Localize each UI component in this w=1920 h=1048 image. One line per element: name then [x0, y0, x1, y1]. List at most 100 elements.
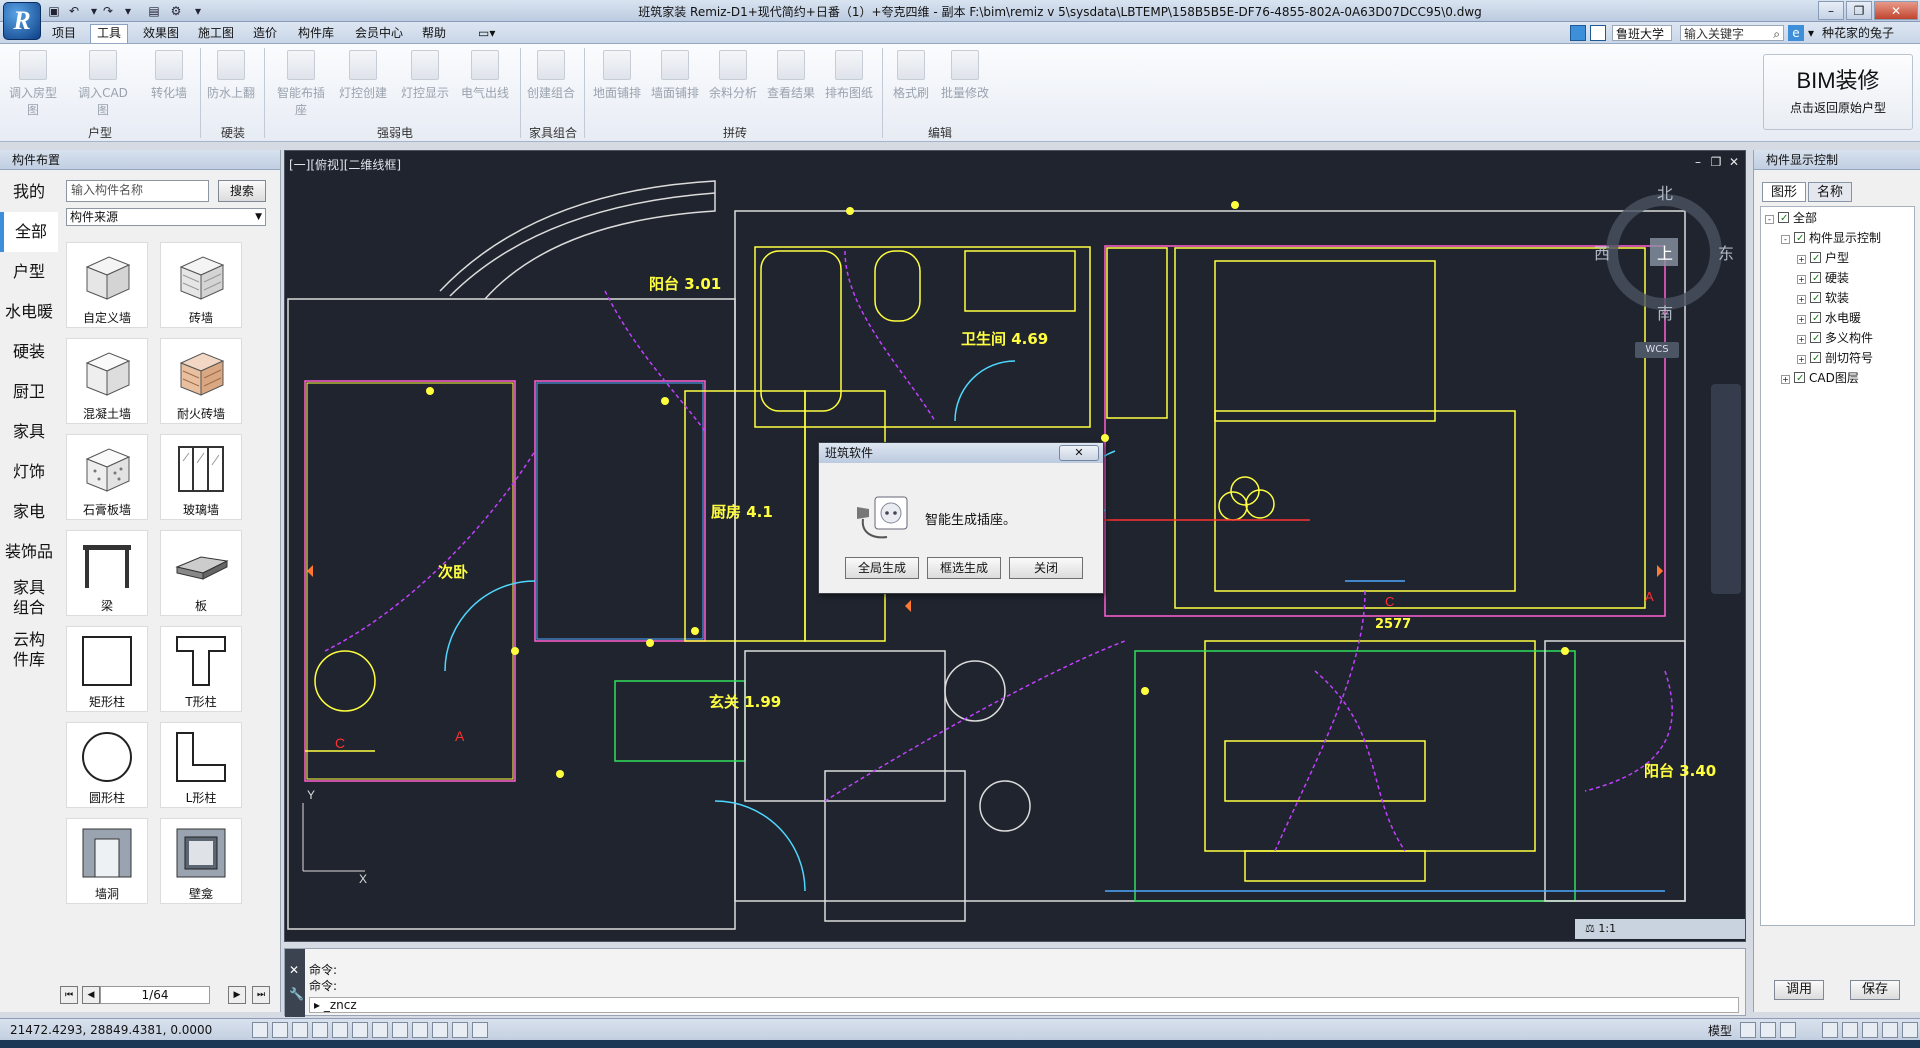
viewport-close-button[interactable]: ✕	[1727, 155, 1741, 169]
component-niche[interactable]: 壁龛	[160, 818, 242, 904]
tree-all[interactable]: -全部	[1765, 209, 1817, 228]
tab-name[interactable]: 名称	[1808, 182, 1852, 202]
component-brick-wall[interactable]: 砖墙	[160, 242, 242, 328]
floor-tiling-button[interactable]: 地面铺排	[588, 50, 646, 108]
model-space-label[interactable]: 模型	[1708, 1022, 1732, 1039]
clean-screen-icon[interactable]	[1902, 1022, 1918, 1038]
compass-south[interactable]: 南	[1657, 300, 1673, 324]
menu-extra-dropdown-icon[interactable]: ▭▾	[478, 25, 495, 41]
save-config-button[interactable]: 保存	[1850, 980, 1900, 1000]
bim-return-button[interactable]: BIM装修 点击返回原始户型	[1763, 54, 1913, 130]
component-l-column[interactable]: L形柱	[160, 722, 242, 808]
dynamic-ucs-icon[interactable]	[392, 1022, 408, 1038]
checkbox[interactable]	[1810, 310, 1821, 328]
dialog-close-button[interactable]: 关闭	[1009, 557, 1083, 579]
selection-cycling-icon[interactable]	[472, 1022, 488, 1038]
menu-member-center[interactable]: 会员中心	[355, 25, 403, 41]
quick-access-dropdown-icon[interactable]: ▾	[190, 3, 206, 19]
hardware-acceleration-icon[interactable]	[1882, 1022, 1898, 1038]
layout-2-icon[interactable]	[1760, 1022, 1776, 1038]
layout-1-icon[interactable]	[1740, 1022, 1756, 1038]
next-page-button[interactable]: ▶	[228, 986, 246, 1004]
expand-icon[interactable]: +	[1797, 295, 1806, 304]
viewport-minimize-button[interactable]: –	[1691, 155, 1705, 169]
isolate-icon[interactable]	[1862, 1022, 1878, 1038]
prev-page-button[interactable]: ◀	[82, 986, 100, 1004]
first-page-button[interactable]: ⏮	[60, 986, 78, 1004]
user-name[interactable]: 种花家的兔子	[1822, 25, 1894, 41]
expand-icon[interactable]: +	[1797, 275, 1806, 284]
collapse-icon[interactable]: -	[1781, 235, 1790, 244]
category-decoration[interactable]: 装饰品	[0, 532, 58, 572]
component-slab[interactable]: 板	[160, 530, 242, 616]
convert-wall-button[interactable]: 转化墙	[140, 50, 198, 108]
user-e-icon[interactable]: e	[1788, 25, 1804, 41]
category-cloud-library[interactable]: 云构件库	[0, 624, 58, 676]
lock-icon[interactable]	[1842, 1022, 1858, 1038]
wall-tiling-button[interactable]: 墙面铺排	[646, 50, 704, 108]
component-t-column[interactable]: T形柱	[160, 626, 242, 712]
tree-polymorphic[interactable]: +多义构件	[1797, 329, 1873, 348]
polar-icon[interactable]	[332, 1022, 348, 1038]
category-appliance[interactable]: 家电	[0, 492, 58, 532]
page-number[interactable]: 1/64	[100, 986, 210, 1004]
light-control-create-button[interactable]: 灯控创建	[334, 50, 392, 108]
batch-edit-button[interactable]: 批量修改	[936, 50, 994, 108]
viewcube-compass[interactable]: 北 西 东 南 上	[1594, 184, 1734, 323]
category-lighting[interactable]: 灯饰	[0, 452, 58, 492]
checkbox[interactable]	[1810, 250, 1821, 268]
menu-tools[interactable]: 工具	[90, 24, 129, 43]
quick-properties-icon[interactable]	[452, 1022, 468, 1038]
wcs-menu[interactable]: WCS	[1635, 342, 1679, 358]
menu-construction-drawing[interactable]: 施工图	[198, 25, 234, 41]
tree-display-control[interactable]: -构件显示控制	[1781, 229, 1881, 248]
osnap-icon[interactable]	[352, 1022, 368, 1038]
expand-icon[interactable]: +	[1797, 335, 1806, 344]
import-cad-button[interactable]: 调入CAD图	[74, 50, 132, 117]
keyword-search-input[interactable]: 输入关键字 ⌕	[1680, 25, 1784, 41]
grid-view-icon[interactable]	[1570, 25, 1586, 41]
checkbox[interactable]	[1810, 350, 1821, 368]
menu-cost[interactable]: 造价	[253, 25, 277, 41]
component-wall-hole[interactable]: 墙洞	[66, 818, 148, 904]
user-dropdown-icon[interactable]: ▾	[1808, 25, 1814, 41]
checkbox[interactable]	[1778, 210, 1789, 228]
category-all[interactable]: 全部	[0, 212, 58, 252]
component-beam[interactable]: 梁	[66, 530, 148, 616]
electric-outlet-button[interactable]: 电气出线	[456, 50, 514, 108]
component-gypsum-wall[interactable]: 石膏板墙	[66, 434, 148, 520]
collapse-icon[interactable]: -	[1765, 215, 1774, 224]
light-control-show-button[interactable]: 灯控显示	[396, 50, 454, 108]
command-close-icon[interactable]: ✕	[289, 963, 299, 977]
layout-drawing-button[interactable]: 排布图纸	[820, 50, 878, 108]
command-input[interactable]: ▸ _zncz	[309, 997, 1739, 1013]
lineweight-icon[interactable]	[432, 1022, 448, 1038]
open-icon[interactable]: ▤	[146, 3, 162, 19]
command-settings-icon[interactable]: 🔧	[289, 987, 304, 1001]
close-window-button[interactable]: ✕	[1874, 1, 1918, 20]
global-generate-button[interactable]: 全局生成	[845, 557, 919, 579]
navigation-bar[interactable]	[1711, 384, 1741, 594]
minimize-button[interactable]: –	[1818, 1, 1844, 20]
component-firebrick-wall[interactable]: 耐火砖墙	[160, 338, 242, 424]
checkbox[interactable]	[1810, 290, 1821, 308]
compass-west[interactable]: 西	[1594, 240, 1610, 264]
expand-icon[interactable]: +	[1781, 375, 1790, 384]
menu-component-library[interactable]: 构件库	[298, 25, 334, 41]
component-search-input[interactable]: 输入构件名称	[66, 180, 209, 202]
search-icon[interactable]: ⌕	[1773, 26, 1780, 42]
layout-3-icon[interactable]	[1780, 1022, 1796, 1038]
import-floorplan-button[interactable]: 调入房型图	[4, 50, 62, 117]
create-combination-button[interactable]: 创建组合	[522, 50, 580, 108]
compass-east[interactable]: 东	[1718, 240, 1734, 264]
checkbox[interactable]	[1810, 270, 1821, 288]
tree-soft-decor[interactable]: +软装	[1797, 289, 1849, 308]
component-rect-column[interactable]: 矩形柱	[66, 626, 148, 712]
category-floorplan[interactable]: 户型	[0, 252, 58, 292]
viewcube-top-face[interactable]: 上	[1657, 240, 1673, 264]
infer-icon[interactable]	[252, 1022, 268, 1038]
component-glass-wall[interactable]: 玻璃墙	[160, 434, 242, 520]
expand-icon[interactable]: +	[1797, 315, 1806, 324]
menu-render[interactable]: 效果图	[143, 25, 179, 41]
annotation-scale[interactable]: ⚖ 1:1	[1575, 919, 1745, 939]
